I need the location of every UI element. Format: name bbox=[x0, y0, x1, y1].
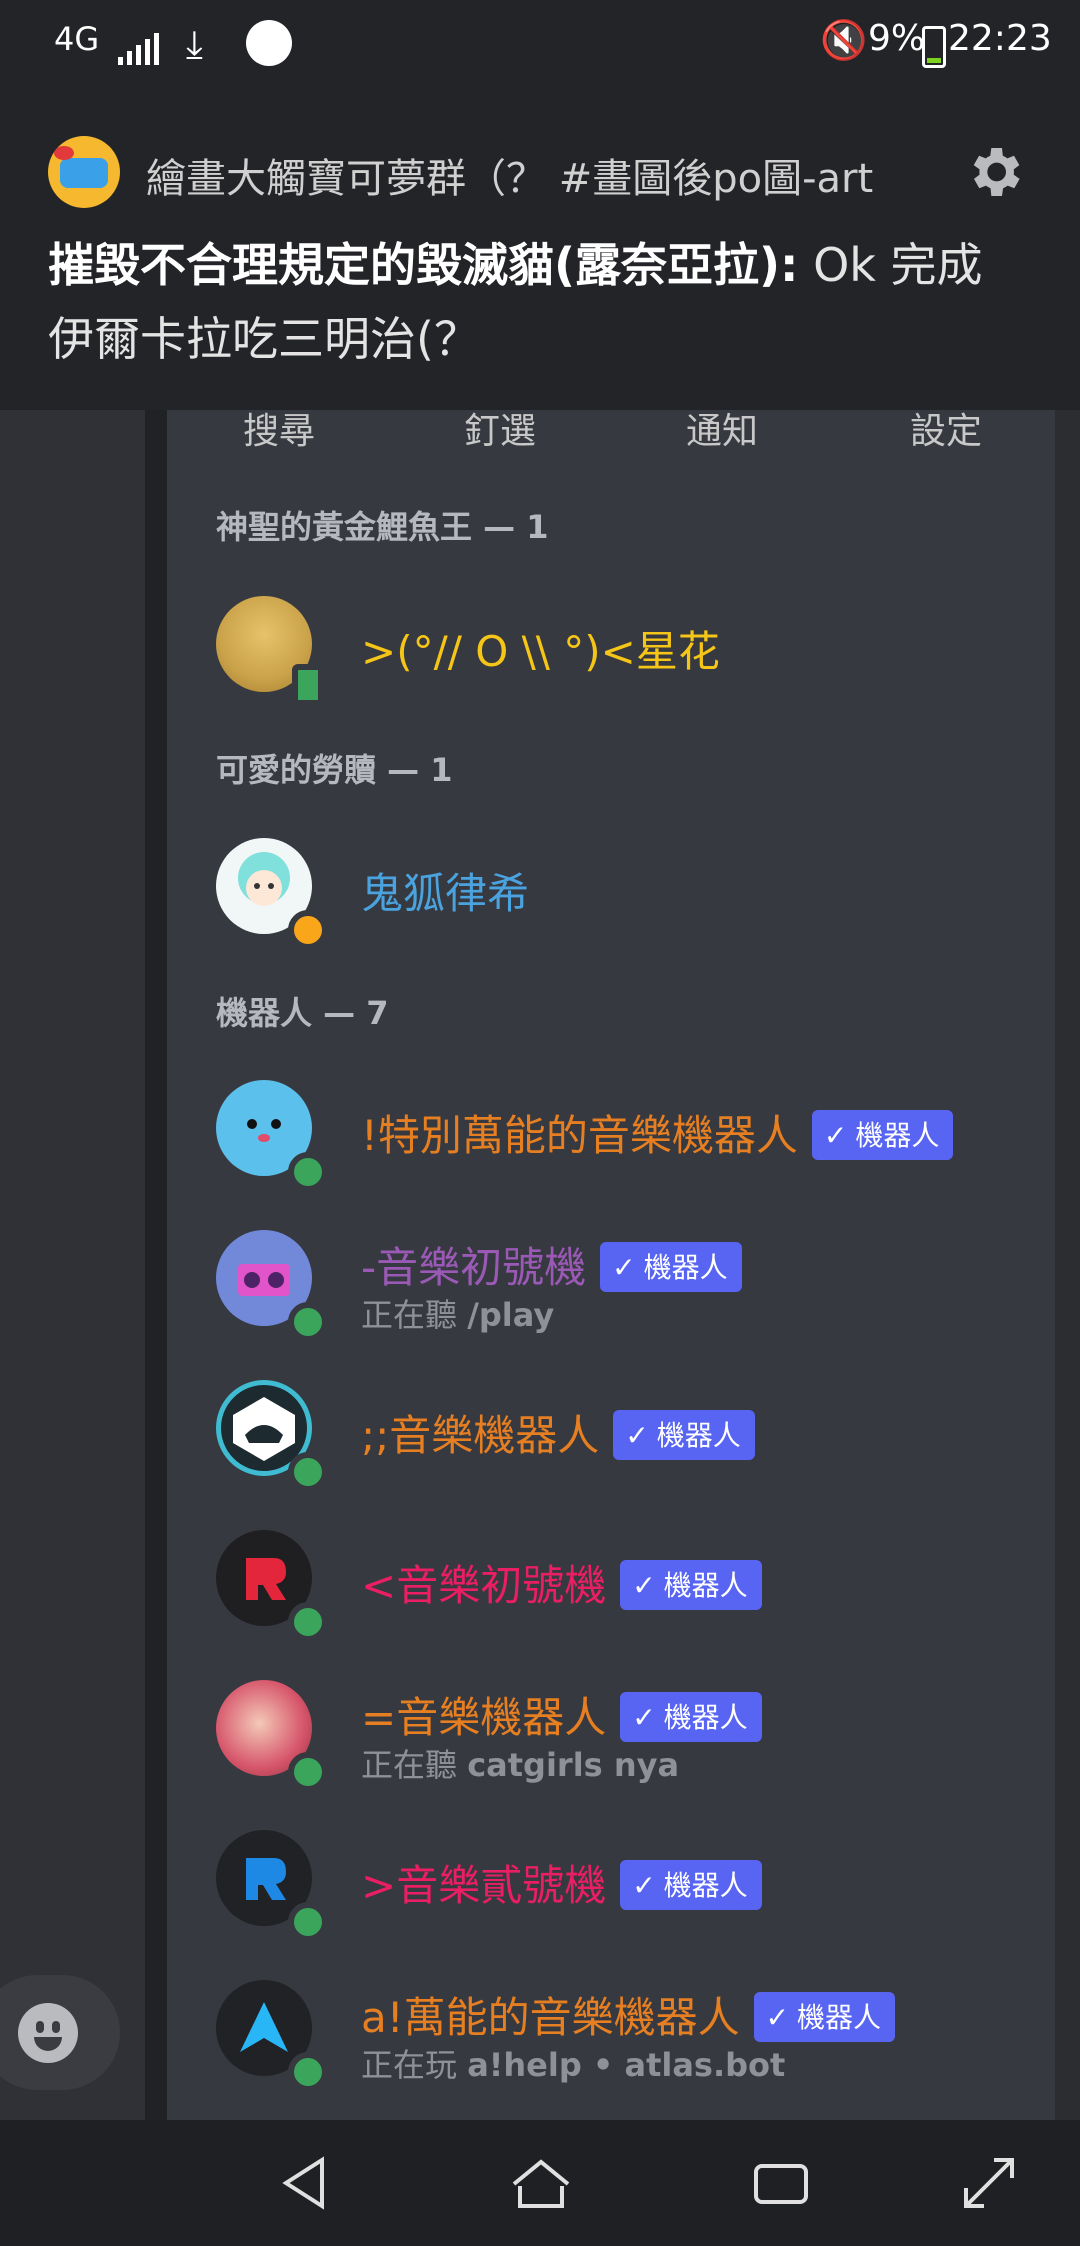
member-item[interactable]: <音樂初號機 ✓ 機器人 bbox=[216, 1530, 1036, 1642]
member-name: >(°// O \\ °)<星花 bbox=[361, 627, 720, 676]
status-bar: 4G ⤓ 🔇 9% 22:23 bbox=[0, 0, 1080, 90]
member-item[interactable]: =音樂機器人 ✓ 機器人 正在聽 catgirls nya bbox=[216, 1680, 1036, 1792]
idle-status-icon bbox=[288, 910, 328, 950]
mute-icon: 🔇 bbox=[820, 18, 868, 62]
member-item[interactable]: 鬼狐律希 bbox=[216, 838, 1036, 950]
gear-icon[interactable] bbox=[962, 140, 1026, 204]
online-status-icon bbox=[288, 1602, 328, 1642]
member-name: !特別萬能的音樂機器人 ✓ 機器人 bbox=[361, 1102, 954, 1164]
online-status-icon bbox=[288, 1752, 328, 1792]
home-icon[interactable] bbox=[506, 2148, 576, 2218]
notification-channel: 繪畫大觸寶可夢群（？ #畫圖後po圖-art bbox=[146, 156, 874, 202]
online-status-icon bbox=[288, 1902, 328, 1942]
member-item[interactable]: >(°// O \\ °)<星花 bbox=[216, 596, 1036, 706]
member-activity: 正在玩 a!help • atlas.bot bbox=[361, 2046, 786, 2084]
member-item[interactable]: >音樂貳號機 ✓ 機器人 bbox=[216, 1830, 1036, 1942]
member-name: a!萬能的音樂機器人 ✓ 機器人 bbox=[361, 1984, 896, 2046]
member-item[interactable]: a!萬能的音樂機器人 ✓ 機器人 正在玩 a!help • atlas.bot bbox=[216, 1980, 1036, 2092]
back-icon[interactable] bbox=[272, 2148, 342, 2218]
notification-banner[interactable]: 4G ⤓ 🔇 9% 22:23 繪畫大觸寶可夢群（？ #畫圖後po圖-art 摧… bbox=[0, 0, 1080, 410]
member-name: 鬼狐律希 bbox=[361, 869, 530, 918]
member-name: ;;音樂機器人 ✓ 機器人 bbox=[361, 1402, 755, 1464]
role-header: 可愛的勞贖 — 1 bbox=[216, 751, 453, 789]
download-icon: ⤓ bbox=[186, 22, 203, 66]
clock: 22:23 bbox=[948, 18, 1052, 59]
member-name: <音樂初號機 ✓ 機器人 bbox=[361, 1552, 762, 1614]
online-status-icon bbox=[288, 2052, 328, 2092]
emoji-icon bbox=[18, 2003, 78, 2063]
recents-icon[interactable] bbox=[746, 2148, 816, 2218]
notification-dot-icon bbox=[246, 20, 292, 66]
expand-icon[interactable] bbox=[954, 2148, 1024, 2218]
role-header: 神聖的黃金鯉魚王 — 1 bbox=[216, 508, 549, 546]
bot-badge: ✓ 機器人 bbox=[753, 1991, 896, 2042]
member-activity: 正在聽 catgirls nya bbox=[361, 1746, 680, 1784]
emoji-button[interactable] bbox=[0, 1975, 120, 2090]
signal-icon bbox=[118, 24, 163, 65]
notification-author: 摧毀不合理規定的毀滅貓(露奈亞拉): bbox=[48, 238, 799, 292]
panel-right-edge bbox=[1055, 400, 1080, 2120]
online-status-icon bbox=[288, 1302, 328, 1342]
member-item[interactable]: -音樂初號機 ✓ 機器人 正在聽 /play bbox=[216, 1230, 1036, 1342]
bot-badge: ✓ 機器人 bbox=[620, 1559, 762, 1610]
battery-icon bbox=[922, 26, 946, 68]
mobile-status-icon bbox=[292, 664, 324, 706]
server-avatar bbox=[48, 136, 120, 208]
bot-badge: ✓ 機器人 bbox=[811, 1109, 954, 1160]
online-status-icon bbox=[288, 1152, 328, 1192]
member-activity: 正在聽 /play bbox=[361, 1296, 555, 1334]
bot-badge: ✓ 機器人 bbox=[613, 1409, 755, 1460]
bot-badge: ✓ 機器人 bbox=[600, 1241, 742, 1292]
member-name: =音樂機器人 ✓ 機器人 bbox=[361, 1684, 762, 1746]
navigation-bar bbox=[0, 2120, 1080, 2246]
member-item[interactable]: ;;音樂機器人 ✓ 機器人 bbox=[216, 1380, 1036, 1492]
bot-badge: ✓ 機器人 bbox=[620, 1691, 762, 1742]
role-header: 機器人 — 7 bbox=[216, 994, 389, 1032]
member-name: >音樂貳號機 ✓ 機器人 bbox=[361, 1852, 762, 1914]
battery-percent: 9% bbox=[868, 18, 926, 59]
notification-message: 摧毀不合理規定的毀滅貓(露奈亞拉): Ok 完成 伊爾卡拉吃三明治(？ bbox=[48, 228, 1028, 376]
bot-badge: ✓ 機器人 bbox=[620, 1859, 762, 1910]
member-name: -音樂初號機 ✓ 機器人 bbox=[361, 1234, 742, 1296]
network-type: 4G bbox=[54, 20, 100, 58]
member-item[interactable]: !特別萬能的音樂機器人 ✓ 機器人 bbox=[216, 1080, 1036, 1192]
online-status-icon bbox=[288, 1452, 328, 1492]
